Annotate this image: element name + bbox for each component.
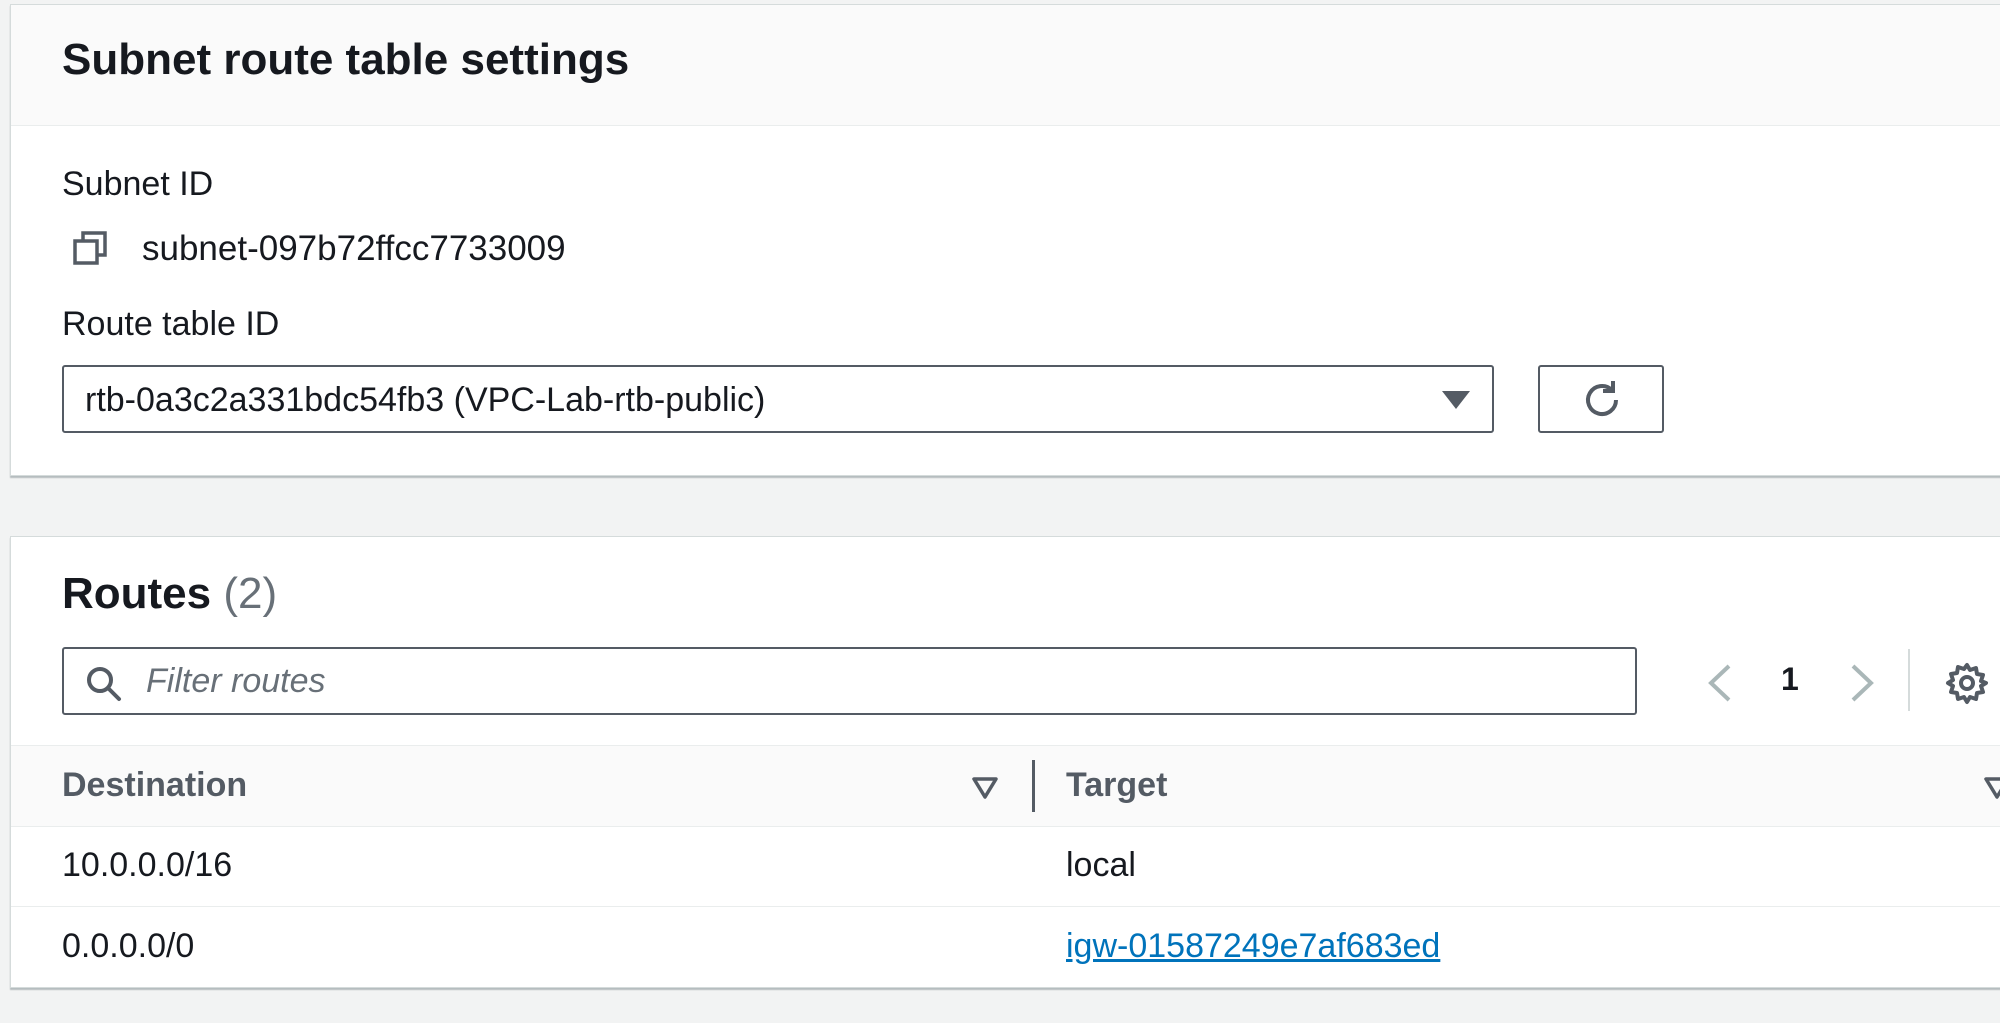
copy-icon[interactable] [71, 229, 111, 269]
sort-icon[interactable] [1983, 776, 2000, 805]
table-row: 10.0.0.0/16 local [11, 826, 2000, 907]
refresh-button[interactable] [1538, 365, 1664, 433]
chevron-right-icon[interactable] [1847, 663, 1877, 708]
sort-icon[interactable] [971, 776, 999, 805]
search-icon [87, 667, 121, 701]
filter-routes-input[interactable] [146, 657, 1606, 705]
column-header-target[interactable]: Target [1066, 766, 1167, 805]
target-cell: local [1066, 846, 1136, 884]
route-table-select[interactable]: rtb-0a3c2a331bdc54fb3 (VPC-Lab-rtb-publi… [62, 365, 1494, 433]
internet-gateway-link[interactable]: igw-01587249e7af683ed [1066, 927, 1440, 966]
table-row: 0.0.0.0/0 igw-01587249e7af683ed [11, 907, 2000, 987]
routes-panel: Routes (2) 1 Destination [10, 536, 2000, 988]
filter-routes-field[interactable] [62, 647, 1637, 715]
page-number[interactable]: 1 [1781, 661, 1799, 698]
subnet-id-label: Subnet ID [62, 165, 214, 203]
routes-title: Routes [62, 569, 212, 618]
destination-cell: 10.0.0.0/16 [62, 846, 233, 884]
chevron-down-icon [1442, 391, 1470, 409]
route-table-selected-value: rtb-0a3c2a331bdc54fb3 (VPC-Lab-rtb-publi… [85, 381, 766, 419]
destination-cell: 0.0.0.0/0 [62, 927, 195, 965]
subnet-id-value: subnet-097b72ffcc7733009 [142, 229, 566, 268]
route-table-id-label: Route table ID [62, 305, 280, 343]
settings-panel-header: Subnet route table settings [11, 5, 2000, 126]
routes-heading: Routes (2) [62, 569, 277, 619]
chevron-left-icon[interactable] [1705, 663, 1735, 708]
subnet-route-table-settings-panel: Subnet route table settings Subnet ID su… [10, 4, 2000, 476]
gear-icon[interactable] [1945, 661, 1989, 710]
settings-panel-title: Subnet route table settings [62, 35, 630, 84]
routes-count: (2) [223, 569, 278, 618]
routes-table-header: Destination Target [11, 745, 2000, 827]
column-resizer[interactable] [1032, 760, 1035, 812]
pager-divider [1908, 649, 1910, 711]
column-header-destination[interactable]: Destination [62, 766, 247, 805]
refresh-icon [1586, 381, 1618, 416]
